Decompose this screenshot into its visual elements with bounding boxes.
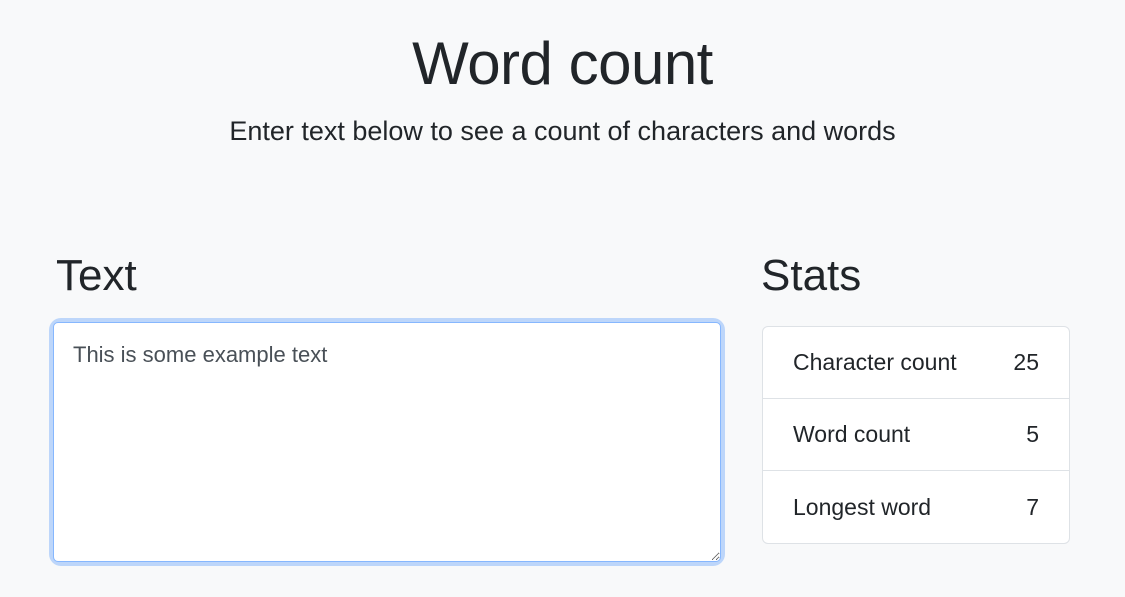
stats-row-character-count: Character count 25 [763,327,1069,399]
stats-label: Character count [793,349,957,375]
page-title: Word count [412,30,713,97]
stats-label: Longest word [793,493,932,520]
stats-list: Character count 25 Word count 5 Longest … [762,326,1070,544]
stats-value: 25 [1013,349,1039,375]
stats-value: 5 [1026,421,1039,447]
stats-value: 7 [1026,493,1039,520]
text-input[interactable]: This is some example text [53,322,721,562]
stats-heading: Stats [761,251,862,300]
stats-row-longest-word: Longest word 7 [763,471,1069,543]
text-heading: Text [56,251,137,300]
stats-label: Word count [793,421,911,447]
page-header: Word count Enter text below to see a cou… [0,30,1125,148]
page-lead: Enter text below to see a count of chara… [229,116,896,146]
stats-row-word-count: Word count 5 [763,399,1069,471]
text-input-wrapper: This is some example text [53,322,721,562]
